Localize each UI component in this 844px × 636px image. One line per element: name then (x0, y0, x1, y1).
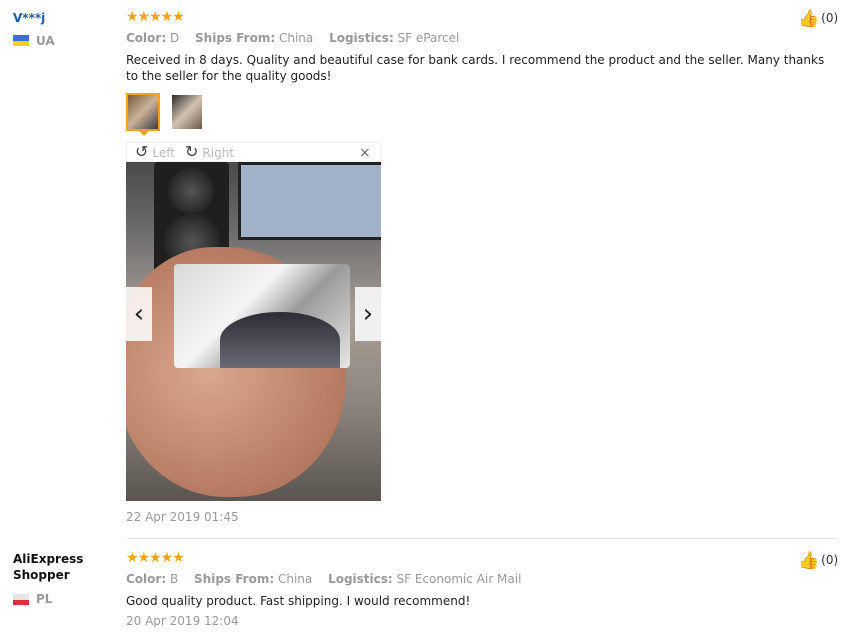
color-label: Color: (126, 572, 167, 586)
review-photo-thumbnail[interactable] (172, 95, 202, 129)
helpful-button[interactable]: 👍 (0) (798, 9, 839, 29)
active-thumb-pointer (138, 130, 150, 136)
reviewer-country: PL (36, 592, 53, 606)
rotate-right-icon: ↻ (185, 142, 199, 161)
logistics-value: SF eParcel (397, 31, 460, 45)
star-rating: ★★★★★ (126, 550, 185, 566)
next-photo-button[interactable]: › (355, 287, 381, 341)
logistics-value: SF Economic Air Mail (396, 572, 522, 586)
monitor-decor (238, 162, 381, 240)
reviewer-name: AliExpress Shopper (13, 552, 84, 582)
thumbs-up-icon: 👍 (798, 9, 820, 29)
reviewer-name[interactable]: V***j (13, 10, 45, 26)
color-value: D (169, 31, 180, 45)
review-date: 20 Apr 2019 12:04 (126, 614, 239, 628)
color-value: B (169, 572, 179, 586)
ships-from-value: China (277, 572, 313, 586)
order-meta: Color: D Ships From: China Logistics: SF… (126, 30, 471, 46)
rotate-right-button[interactable]: ↻ Right (185, 144, 234, 161)
review-divider (126, 538, 836, 539)
helpful-button[interactable]: 👍 (0) (798, 551, 839, 571)
thumbs-up-icon: 👍 (798, 551, 820, 571)
ships-from-value: China (278, 31, 314, 45)
chevron-left-icon: ‹ (133, 299, 145, 329)
helpful-count: (0) (821, 553, 839, 567)
review-date: 22 Apr 2019 01:45 (126, 510, 239, 524)
order-meta: Color: B Ships From: China Logistics: SF… (126, 571, 533, 587)
close-icon[interactable]: × (359, 145, 371, 161)
chevron-right-icon: › (362, 299, 374, 329)
ships-from-label: Ships From: (194, 572, 275, 586)
rotate-left-button[interactable]: ↺ Left (135, 144, 175, 161)
review-text: Good quality product. Fast shipping. I w… (126, 594, 471, 608)
card-case-decor (174, 264, 350, 368)
photo-viewer-toolbar: ↺ Left ↻ Right × (126, 142, 381, 162)
reviewer-country: UA (36, 34, 55, 48)
ships-from-label: Ships From: (195, 31, 276, 45)
review-photo-large (126, 162, 381, 501)
star-rating: ★★★★★ (126, 9, 185, 25)
rotate-right-label: Right (202, 146, 235, 160)
helpful-count: (0) (821, 11, 839, 25)
flag-pl-icon (13, 594, 29, 605)
previous-photo-button[interactable]: ‹ (126, 287, 152, 341)
review-text: Received in 8 days. Quality and beautifu… (126, 53, 825, 83)
flag-ua-icon (13, 35, 29, 46)
logistics-label: Logistics: (329, 31, 394, 45)
color-label: Color: (126, 31, 167, 45)
rotate-left-icon: ↺ (135, 142, 149, 161)
review-photo-thumbnail[interactable] (126, 93, 160, 131)
logistics-label: Logistics: (328, 572, 393, 586)
rotate-left-label: Left (152, 146, 175, 160)
